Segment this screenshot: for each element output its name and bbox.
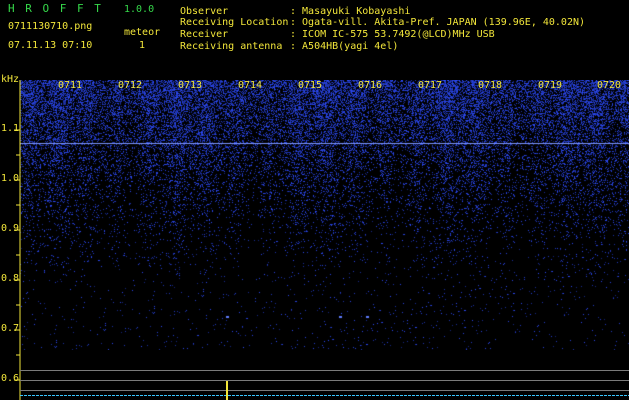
time-label-0715: 0715 [298,80,323,91]
y-tick-0-8: 0.8 [1,273,20,284]
signal-level-line-mid [20,380,629,381]
time-label-0717: 0717 [418,80,443,91]
time-label-0716: 0716 [358,80,383,91]
observer-label: Observer [180,6,229,17]
meteor-counter-value: 1 [139,40,146,51]
time-label-0718: 0718 [478,80,503,91]
app-version: 1.0.0 [124,4,155,15]
location-label: Receiving Location [180,17,289,28]
time-label-0713: 0713 [178,80,203,91]
receiver-label: Receiver [180,29,229,40]
signal-level-line-bottom [20,390,629,391]
signal-level-line-top [20,370,629,371]
y-tick-0-6: 0.6 [1,373,20,384]
y-tick-0-7: 0.7 [1,323,20,334]
y-tick-1-1: 1.1 [1,123,20,134]
time-label-0714: 0714 [238,80,263,91]
level-trace [20,395,629,396]
y-tick-1-0: 1.0 [1,173,20,184]
receiver-value: : ICOM IC-575 53.7492(@LCD)MHz USB [290,29,495,40]
meteor-counter-label: meteor [124,27,161,38]
time-label-0711: 0711 [58,80,83,91]
time-label-0712: 0712 [118,80,143,91]
antenna-label: Receiving antenna [180,41,283,52]
time-label-0720: 0720 [597,80,622,91]
file-name: 0711130710.png [8,21,93,32]
spectrogram-canvas [20,80,629,350]
time-label-0719: 0719 [538,80,563,91]
y-axis-unit: kHz [1,74,20,85]
app-title: H R O F F T [8,2,103,15]
observer-value: : Masayuki Kobayashi [290,6,411,17]
location-value: : Ogata-vill. Akita-Pref. JAPAN (139.96E… [290,17,586,28]
antenna-value: : A504HB(yagi 4el) [290,41,399,52]
meteor-spike-marker [226,381,228,400]
y-tick-0-9: 0.9 [1,223,20,234]
timestamp: 07.11.13 07:10 [8,40,93,51]
